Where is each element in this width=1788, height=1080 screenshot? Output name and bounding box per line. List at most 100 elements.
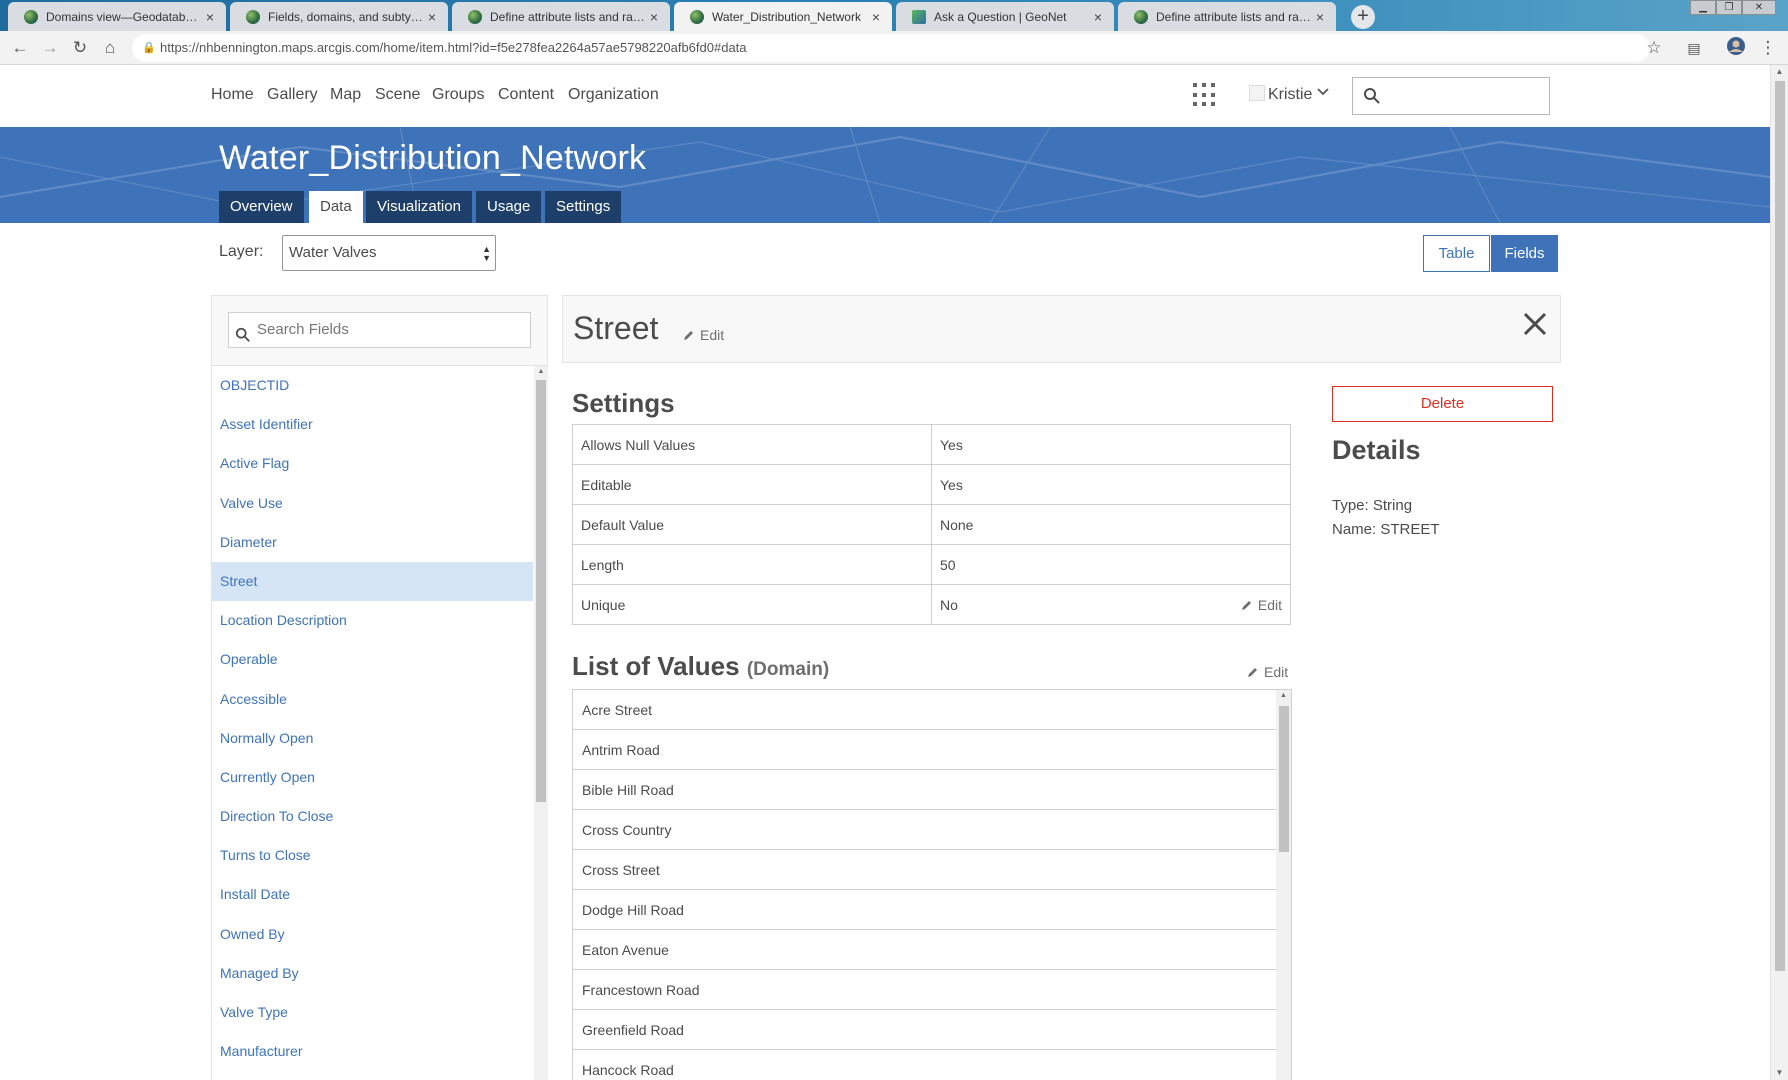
domain-value-item: Eaton Avenue xyxy=(573,930,1277,970)
field-list-scrollbar[interactable]: ▲ xyxy=(534,366,548,1080)
edit-label: Edit xyxy=(1257,597,1282,613)
extension-icon[interactable]: ▤ xyxy=(1682,36,1706,60)
tab-usage[interactable]: Usage xyxy=(476,191,542,223)
edit-domain-link[interactable]: Edit xyxy=(1247,664,1288,680)
scroll-up-icon[interactable]: ▲ xyxy=(1771,65,1788,79)
field-name-title: Street xyxy=(573,310,659,346)
domain-list-scrollbar[interactable]: ▲ xyxy=(1276,690,1291,1080)
field-list-item[interactable]: Accessible xyxy=(212,680,533,719)
profile-icon[interactable] xyxy=(1724,36,1748,60)
globe-icon xyxy=(246,9,260,24)
edit-unique-link[interactable]: Edit xyxy=(1241,597,1282,613)
browser-tab-active[interactable]: Water_Distribution_Network × xyxy=(674,2,892,31)
address-bar[interactable]: 🔒 https://nhbennington.maps.arcgis.com/h… xyxy=(132,34,1650,62)
nav-groups[interactable]: Groups xyxy=(432,86,484,104)
tab-label: Ask a Question | GeoNet xyxy=(934,9,1067,24)
nav-scene[interactable]: Scene xyxy=(375,86,420,104)
field-list-item[interactable]: OBJECTID xyxy=(212,366,533,405)
scroll-up-icon[interactable]: ▲ xyxy=(534,366,548,378)
bookmark-star-icon[interactable]: ☆ xyxy=(1642,36,1666,60)
field-list-item[interactable]: Diameter xyxy=(212,523,533,562)
setting-value: No xyxy=(940,596,958,613)
close-tab-icon[interactable]: × xyxy=(868,9,884,25)
search-fields-input[interactable]: Search Fields xyxy=(228,312,531,348)
field-list-item[interactable]: Owned By xyxy=(212,915,533,954)
delete-field-button[interactable]: Delete xyxy=(1332,386,1553,422)
scroll-thumb[interactable] xyxy=(1775,81,1785,971)
avatar[interactable] xyxy=(1249,85,1265,101)
browser-tab[interactable]: Domains view—Geodatabases | A × xyxy=(8,2,226,31)
field-list-item[interactable]: Managed By xyxy=(212,954,533,993)
field-list-item[interactable]: Location Description xyxy=(212,601,533,640)
tab-settings[interactable]: Settings xyxy=(545,191,622,223)
minimize-window-button[interactable]: ▁ xyxy=(1690,0,1716,15)
reload-icon[interactable]: ↻ xyxy=(68,36,92,60)
global-search-input[interactable] xyxy=(1352,77,1550,115)
fields-panel: Search Fields OBJECTID Asset Identifier Ac… xyxy=(211,295,548,1080)
field-list-item[interactable]: Active Flag xyxy=(212,444,533,483)
layer-select[interactable]: Water Valves ▲ ▼ xyxy=(282,235,496,271)
layer-label: Layer: xyxy=(219,243,264,260)
browser-tab[interactable]: Ask a Question | GeoNet × xyxy=(896,2,1114,31)
close-tab-icon[interactable]: × xyxy=(202,9,218,25)
table-view-button[interactable]: Table xyxy=(1423,235,1490,272)
tab-label: Define attribute lists and ranges xyxy=(1156,9,1312,24)
setting-key: Allows Null Values xyxy=(572,424,932,465)
close-tab-icon[interactable]: × xyxy=(424,9,440,25)
nav-gallery[interactable]: Gallery xyxy=(267,86,318,104)
browser-toolbar: ← → ↻ ⌂ 🔒 https://nhbennington.maps.arcg… xyxy=(0,31,1788,65)
field-list-item[interactable]: Normally Open xyxy=(212,719,533,758)
forward-icon[interactable]: → xyxy=(38,36,62,60)
new-tab-button[interactable]: + xyxy=(1351,5,1375,29)
browser-menu-icon[interactable]: ⋮ xyxy=(1756,36,1780,60)
back-icon[interactable]: ← xyxy=(8,36,32,60)
tab-visualization[interactable]: Visualization xyxy=(366,191,472,223)
field-list-item[interactable]: Direction To Close xyxy=(212,797,533,836)
close-tab-icon[interactable]: × xyxy=(1090,9,1106,25)
field-list-item[interactable]: Currently Open xyxy=(212,758,533,797)
restore-window-button[interactable]: ❐ xyxy=(1716,0,1742,15)
domain-values-list: Acre Street Antrim Road Bible Hill Road Cro… xyxy=(572,689,1292,1080)
nav-home[interactable]: Home xyxy=(211,86,254,104)
edit-field-name-link[interactable]: Edit xyxy=(683,327,724,343)
nav-map[interactable]: Map xyxy=(330,86,361,104)
fields-view-button[interactable]: Fields xyxy=(1491,235,1558,272)
scroll-thumb[interactable] xyxy=(1279,706,1289,852)
page-scrollbar[interactable]: ▲ ▼ xyxy=(1770,65,1788,1080)
scroll-down-icon[interactable]: ▼ xyxy=(1771,1066,1788,1080)
scroll-up-icon[interactable]: ▲ xyxy=(1276,690,1291,702)
field-list-item[interactable]: Valve Type xyxy=(212,993,533,1032)
url-text: https://nhbennington.maps.arcgis.com/hom… xyxy=(160,40,747,55)
close-tab-icon[interactable]: × xyxy=(646,9,662,25)
field-system-name: Name: STREET xyxy=(1332,521,1440,538)
browser-tab[interactable]: Define attribute lists and ranges × xyxy=(1118,2,1336,31)
close-icon[interactable] xyxy=(1520,309,1550,339)
close-window-button[interactable]: ✕ xyxy=(1742,0,1776,15)
search-icon xyxy=(235,322,251,356)
field-list-item[interactable]: Street xyxy=(212,561,533,602)
field-list-item[interactable]: Turns to Close xyxy=(212,836,533,875)
browser-tab[interactable]: Define attribute lists and ranges × xyxy=(452,2,670,31)
top-navigation: Home Gallery Map Scene Groups Content Or… xyxy=(0,65,1770,127)
field-list-item[interactable]: Operable xyxy=(212,640,533,679)
table-row: Editable Yes xyxy=(572,464,1291,505)
field-list-item[interactable]: Valve Use xyxy=(212,484,533,523)
tab-data[interactable]: Data xyxy=(309,191,363,223)
nav-organization[interactable]: Organization xyxy=(568,86,659,104)
tab-overview[interactable]: Overview xyxy=(219,191,304,223)
chevron-down-icon[interactable] xyxy=(1316,85,1330,102)
table-row: Allows Null Values Yes xyxy=(572,424,1291,465)
home-icon[interactable]: ⌂ xyxy=(98,36,122,60)
user-name[interactable]: Kristie xyxy=(1268,86,1312,104)
scroll-thumb[interactable] xyxy=(536,380,546,802)
app-launcher-icon[interactable] xyxy=(1193,83,1217,107)
setting-key: Editable xyxy=(572,464,932,505)
select-arrows-icon: ▲ ▼ xyxy=(482,244,491,263)
nav-content[interactable]: Content xyxy=(498,86,554,104)
field-list-item[interactable]: Manufacturer xyxy=(212,1032,533,1071)
close-tab-icon[interactable]: × xyxy=(1312,9,1328,25)
field-list-item[interactable]: Asset Identifier xyxy=(212,405,533,444)
field-list-item[interactable]: Install Date xyxy=(212,875,533,914)
browser-tab[interactable]: Fields, domains, and subtypes— × xyxy=(230,2,448,31)
globe-icon xyxy=(1134,9,1148,24)
